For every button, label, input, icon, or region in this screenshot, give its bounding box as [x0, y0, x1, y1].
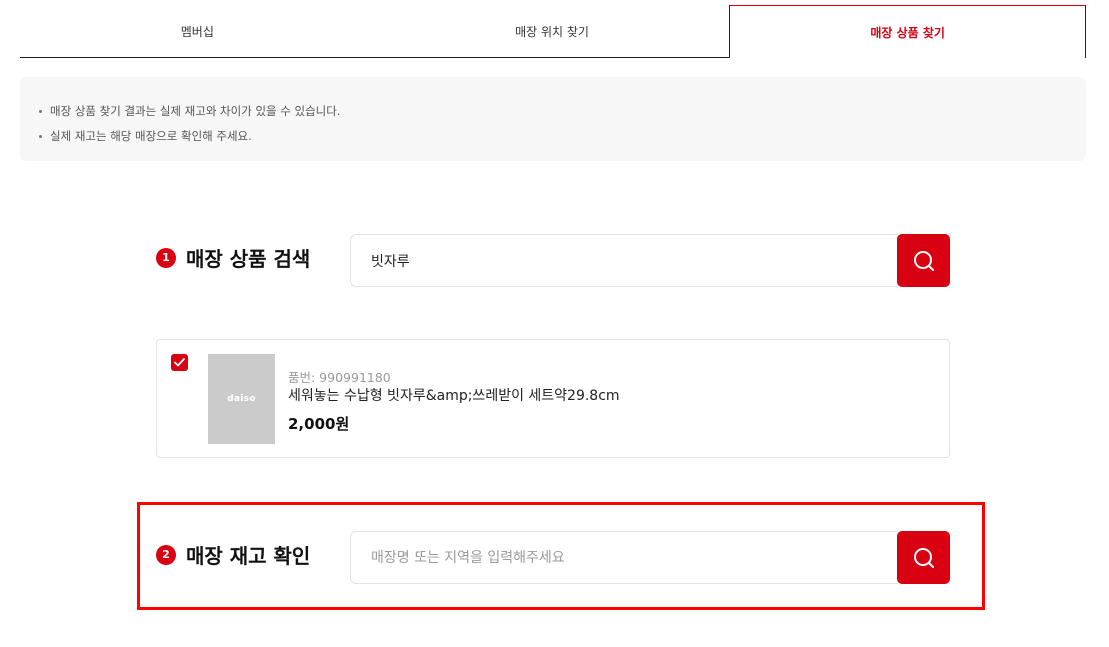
- product-thumbnail: daiso: [208, 354, 275, 444]
- store-search-input[interactable]: [350, 531, 898, 584]
- product-code: 품번: 990991180: [288, 370, 391, 385]
- product-name: 세워놓는 수납형 빗자루&amp;쓰레받이 세트약29.8cm: [288, 388, 620, 404]
- search-icon: [913, 250, 934, 271]
- product-checkbox[interactable]: [171, 354, 188, 371]
- product-search-title: 1 매장 상품 검색: [156, 243, 310, 272]
- tab-store-product[interactable]: 매장 상품 찾기: [729, 5, 1087, 58]
- product-search-input[interactable]: [350, 234, 898, 287]
- stock-check-label: 매장 재고 확인: [186, 544, 311, 568]
- product-search-label: 매장 상품 검색: [186, 247, 311, 271]
- step-badge: 1: [156, 247, 176, 268]
- tab-bar: 멤버십 매장 위치 찾기 매장 상품 찾기: [20, 5, 1087, 58]
- tab-membership[interactable]: 멤버십: [20, 5, 375, 58]
- stock-check-title: 2 매장 재고 확인: [156, 540, 310, 569]
- product-result-card[interactable]: daiso 품번: 990991180 세워놓는 수납형 빗자루&amp;쓰레받…: [156, 339, 950, 458]
- notice-item: 실제 재고는 해당 매장으로 확인해 주세요.: [38, 124, 1068, 149]
- notice-item: 매장 상품 찾기 결과는 실제 재고와 차이가 있을 수 있습니다.: [38, 99, 1068, 124]
- store-search-button[interactable]: [897, 531, 950, 584]
- checkmark-icon: [174, 358, 185, 367]
- daiso-logo: daiso: [227, 394, 256, 404]
- notice-box: 매장 상품 찾기 결과는 실제 재고와 차이가 있을 수 있습니다. 실제 재고…: [20, 77, 1086, 161]
- product-search-button[interactable]: [897, 234, 950, 287]
- search-icon: [913, 547, 934, 568]
- product-price: 2,000원: [288, 415, 350, 433]
- step-badge: 2: [156, 544, 176, 565]
- tab-store-location[interactable]: 매장 위치 찾기: [374, 5, 730, 58]
